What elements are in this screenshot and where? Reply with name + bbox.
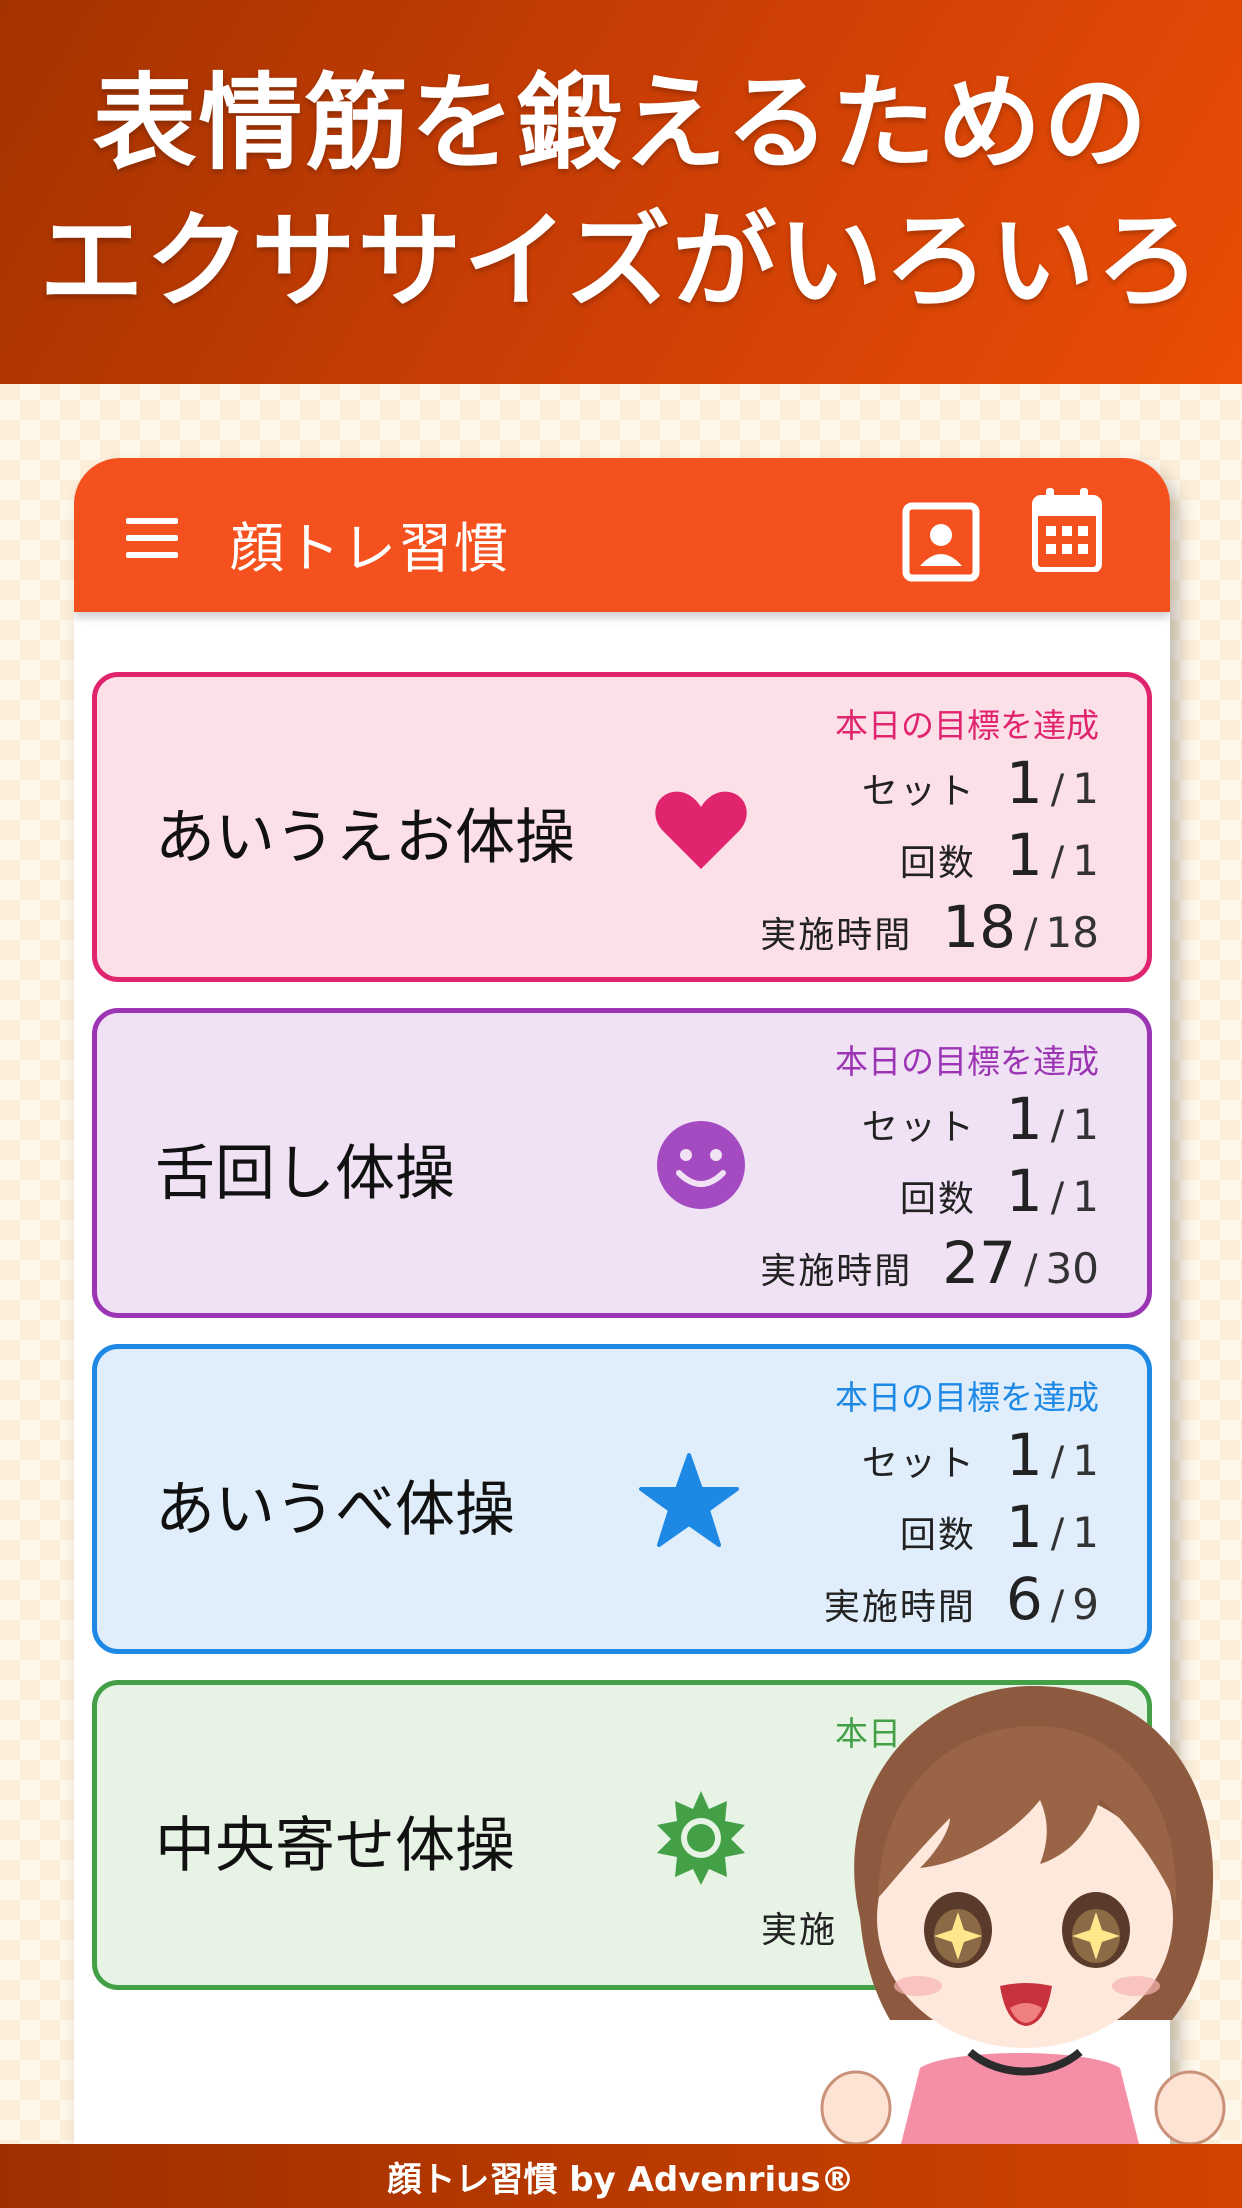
time-label: 実施時間 xyxy=(760,1251,913,1292)
count-target: 1 xyxy=(1072,836,1099,885)
count-target: 1 xyxy=(1072,1172,1099,1221)
count-label: 回数 xyxy=(899,843,976,884)
count-stat: 回数 1 / 1 xyxy=(899,1157,1099,1225)
set-target: 1 xyxy=(1072,1436,1099,1485)
footer-bar: 顔トレ習慣 by Advenrius® xyxy=(0,2144,1242,2208)
profile-portrait-icon[interactable] xyxy=(902,502,980,582)
set-target: 1 xyxy=(1072,1100,1099,1149)
exercise-name: あいうえお体操 xyxy=(155,803,575,873)
set-value: 1 xyxy=(1005,1421,1043,1489)
time-target: 18 xyxy=(1045,908,1099,957)
time-value: 6 xyxy=(1005,1565,1043,1633)
promo-banner: 表情筋を鍛えるための エクササイズがいろいろ xyxy=(0,0,1242,384)
count-stat: 回数 1 / 1 xyxy=(899,1493,1099,1561)
goal-achieved-text: 本日の目標を達成 xyxy=(835,706,1099,745)
exercise-card-aiueo[interactable]: あいうえお体操 本日の目標を達成 セット 1 / 1 回数 1 / 1 実施時間… xyxy=(92,672,1152,982)
count-value: 1 xyxy=(1005,1157,1043,1225)
exercise-name: あいうべ体操 xyxy=(155,1475,515,1545)
heart-icon xyxy=(655,791,747,869)
app-bar: 顔トレ習慣 xyxy=(74,458,1170,612)
exercise-card-aiube[interactable]: あいうべ体操 本日の目標を達成 セット 1 / 1 回数 1 / 1 実施時間 … xyxy=(92,1344,1152,1654)
time-label: 実施時間 xyxy=(823,1587,976,1628)
time-label: 実施時間 xyxy=(760,915,913,956)
set-value: 1 xyxy=(1005,749,1043,817)
star-icon xyxy=(639,1453,739,1547)
count-target: 1 xyxy=(1072,1508,1099,1557)
set-stat: セット 1 / 1 xyxy=(861,1421,1099,1489)
goal-achieved-text: 本日の目標を達成 xyxy=(835,1042,1099,1081)
exercise-name: 中央寄せ体操 xyxy=(155,1811,515,1881)
count-value: 1 xyxy=(1005,1493,1043,1561)
count-value: 1 xyxy=(1005,821,1043,889)
count-label: 回数 xyxy=(899,1179,976,1220)
count-stat: 回数 1 / 1 xyxy=(899,821,1099,889)
footer-credit: 顔トレ習慣 by Advenrius® xyxy=(387,2159,855,2200)
time-value: 18 xyxy=(942,893,1017,961)
calendar-icon[interactable] xyxy=(1032,488,1102,572)
time-stat: 実施時間 27 / 30 xyxy=(760,1229,1099,1297)
time-stat: 実施時間 18 / 18 xyxy=(760,893,1099,961)
promo-headline-line-1: 表情筋を鍛えるための xyxy=(92,62,1150,184)
time-stat: 実施時間 6 / 9 xyxy=(823,1565,1099,1633)
set-label: セット xyxy=(861,1443,976,1484)
count-label: 回数 xyxy=(899,1515,976,1556)
app-title: 顔トレ習慣 xyxy=(230,517,510,580)
set-stat: セット 1 / 1 xyxy=(861,1085,1099,1153)
smiley-face-icon xyxy=(657,1121,745,1209)
exercise-card-tongue[interactable]: 舌回し体操 本日の目標を達成 セット 1 / 1 回数 1 / 1 実施時間 2… xyxy=(92,1008,1152,1318)
set-label: セット xyxy=(861,1107,976,1148)
time-target: 30 xyxy=(1045,1244,1099,1293)
time-target: 9 xyxy=(1072,1580,1099,1629)
exercise-name: 舌回し体操 xyxy=(155,1139,455,1209)
set-target: 1 xyxy=(1072,764,1099,813)
promo-headline-line-2: エクササイズがいろいろ xyxy=(39,200,1203,322)
goal-achieved-text: 本日の目標を達成 xyxy=(835,1378,1099,1417)
mascot-girl-character xyxy=(820,1685,1226,2148)
time-value: 27 xyxy=(942,1229,1017,1297)
hamburger-menu-icon[interactable] xyxy=(126,518,178,558)
set-stat: セット 1 / 1 xyxy=(861,749,1099,817)
set-value: 1 xyxy=(1005,1085,1043,1153)
sun-badge-icon xyxy=(657,1791,745,1885)
set-label: セット xyxy=(861,771,976,812)
